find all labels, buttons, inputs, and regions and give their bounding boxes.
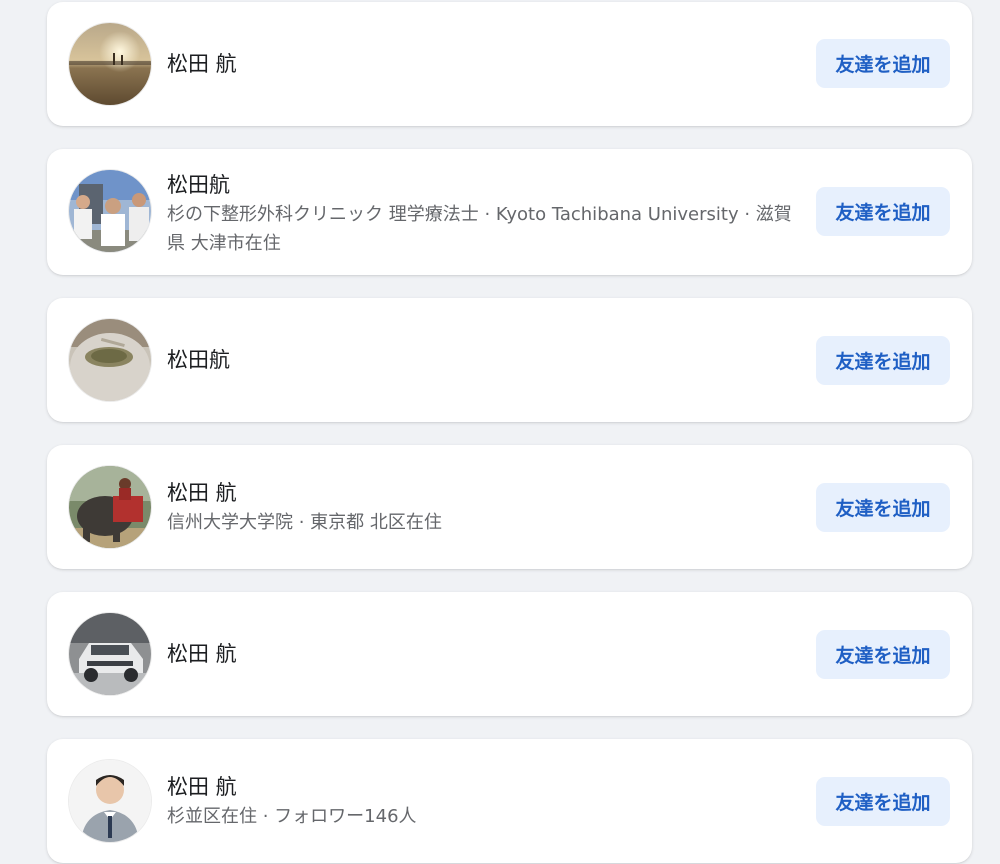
add-friend-button[interactable]: 友達を追加 (816, 187, 950, 236)
person-name[interactable]: 松田 航 (167, 639, 802, 669)
person-card[interactable]: 松田 航 友達を追加 (47, 2, 972, 126)
add-friend-button[interactable]: 友達を追加 (816, 777, 950, 826)
person-name[interactable]: 松田 航 (167, 478, 802, 508)
add-friend-button[interactable]: 友達を追加 (816, 336, 950, 385)
add-friend-button[interactable]: 友達を追加 (816, 39, 950, 88)
avatar[interactable] (69, 613, 151, 695)
person-name[interactable]: 松田 航 (167, 49, 802, 79)
person-details: 信州大学大学院 · 東京都 北区在住 (167, 512, 442, 533)
person-card[interactable]: 松田 航 信州大学大学院 · 東京都 北区在住 友達を追加 (47, 445, 972, 569)
avatar[interactable] (69, 23, 151, 105)
add-friend-button[interactable]: 友達を追加 (816, 630, 950, 679)
avatar[interactable] (69, 170, 151, 252)
person-name[interactable]: 松田航 (167, 170, 802, 200)
avatar[interactable] (69, 319, 151, 401)
person-card[interactable]: 松田 航 友達を追加 (47, 592, 972, 716)
avatar[interactable] (69, 760, 151, 842)
person-card[interactable]: 松田 航 杉並区在住 · フォロワー146人 友達を追加 (47, 739, 972, 863)
avatar[interactable] (69, 466, 151, 548)
person-name[interactable]: 松田航 (167, 345, 802, 375)
person-card[interactable]: 松田航 友達を追加 (47, 298, 972, 422)
search-results-list: 松田 航 友達を追加 松田航 杉の下整形外科クリニック 理学療法士 · Kyot… (0, 0, 1000, 864)
person-card[interactable]: 松田航 杉の下整形外科クリニック 理学療法士 · Kyoto Tachibana… (47, 149, 972, 275)
person-details: 杉の下整形外科クリニック 理学療法士 · Kyoto Tachibana Uni… (167, 204, 792, 254)
person-details: 杉並区在住 · フォロワー146人 (167, 806, 417, 827)
person-name[interactable]: 松田 航 (167, 772, 802, 802)
add-friend-button[interactable]: 友達を追加 (816, 483, 950, 532)
